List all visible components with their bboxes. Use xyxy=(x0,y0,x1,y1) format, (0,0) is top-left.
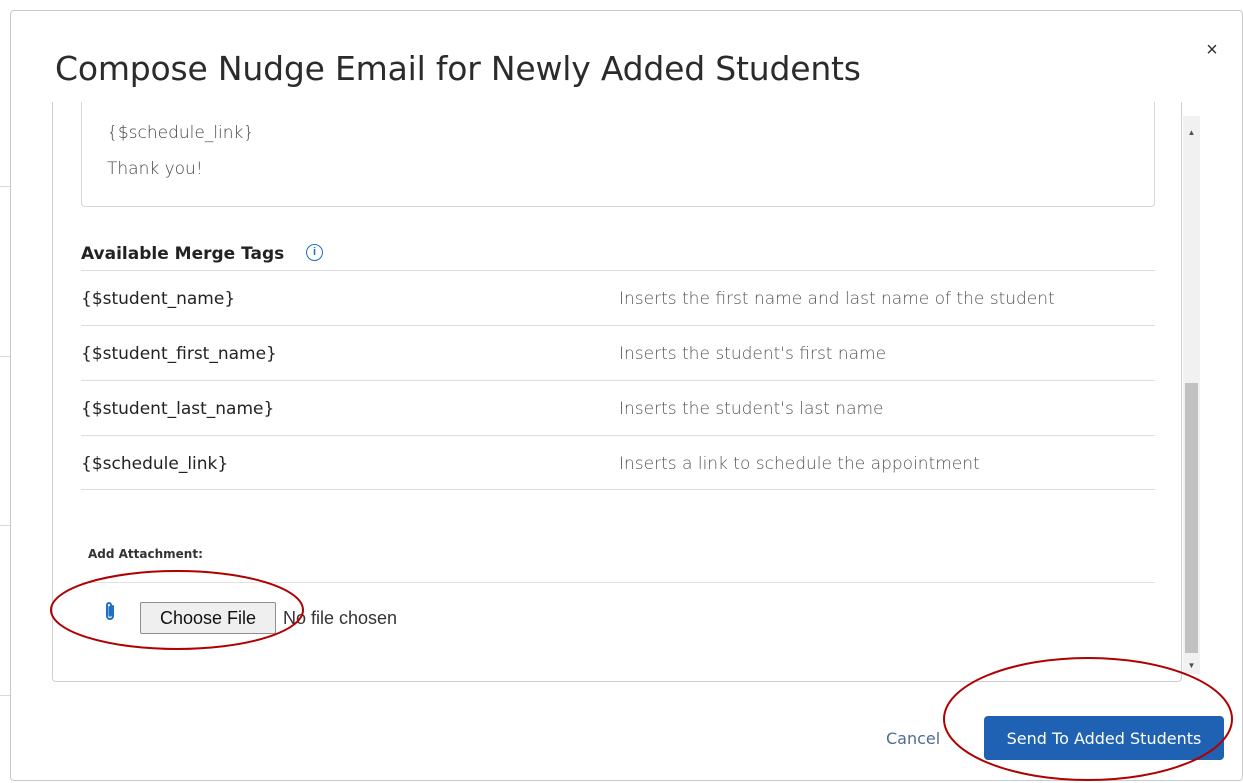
cancel-button[interactable]: Cancel xyxy=(886,729,940,748)
table-row: {$student_first_name} Inserts the studen… xyxy=(81,325,1155,380)
scroll-down-icon[interactable]: ▼ xyxy=(1183,657,1200,674)
merge-tag-name: {$schedule_link} xyxy=(81,454,229,474)
email-body-editor[interactable]: {$schedule_link} Thank you! xyxy=(81,102,1155,207)
merge-tag-description: Inserts the student's last name xyxy=(619,399,884,419)
merge-tag-description: Inserts the first name and last name of … xyxy=(619,289,1055,309)
choose-file-button[interactable]: Choose File xyxy=(140,602,276,634)
dialog-body: {$schedule_link} Thank you! Available Me… xyxy=(52,102,1182,682)
merge-tag-name: {$student_first_name} xyxy=(81,344,277,364)
attachment-label: Add Attachment: xyxy=(88,547,203,561)
merge-tags-heading: Available Merge Tags xyxy=(81,244,285,264)
table-row: {$student_last_name} Inserts the student… xyxy=(81,380,1155,435)
send-to-added-students-button[interactable]: Send To Added Students xyxy=(984,716,1224,760)
dialog-title: Compose Nudge Email for Newly Added Stud… xyxy=(55,49,861,88)
paperclip-icon xyxy=(106,602,114,620)
merge-tag-name: {$student_last_name} xyxy=(81,399,275,419)
merge-tag-name: {$student_name} xyxy=(81,289,236,309)
message-line: {$schedule_link} xyxy=(107,123,255,143)
merge-tags-table: {$student_name} Inserts the first name a… xyxy=(81,270,1155,490)
message-line: Thank you! xyxy=(107,159,203,179)
compose-email-dialog: Compose Nudge Email for Newly Added Stud… xyxy=(10,10,1243,781)
merge-tag-description: Inserts a link to schedule the appointme… xyxy=(619,454,980,474)
divider xyxy=(81,582,1155,583)
merge-tag-description: Inserts the student's first name xyxy=(619,344,887,364)
close-icon[interactable]: × xyxy=(1201,39,1223,61)
table-row: {$schedule_link} Inserts a link to sched… xyxy=(81,435,1155,490)
scroll-up-icon[interactable]: ▲ xyxy=(1183,124,1200,141)
file-status-text: No file chosen xyxy=(283,608,398,628)
info-icon[interactable]: i xyxy=(306,244,323,261)
dialog-scrollbar[interactable]: ▲ ▼ xyxy=(1183,116,1200,674)
scrollbar-thumb[interactable] xyxy=(1185,383,1198,653)
table-row: {$student_name} Inserts the first name a… xyxy=(81,270,1155,325)
